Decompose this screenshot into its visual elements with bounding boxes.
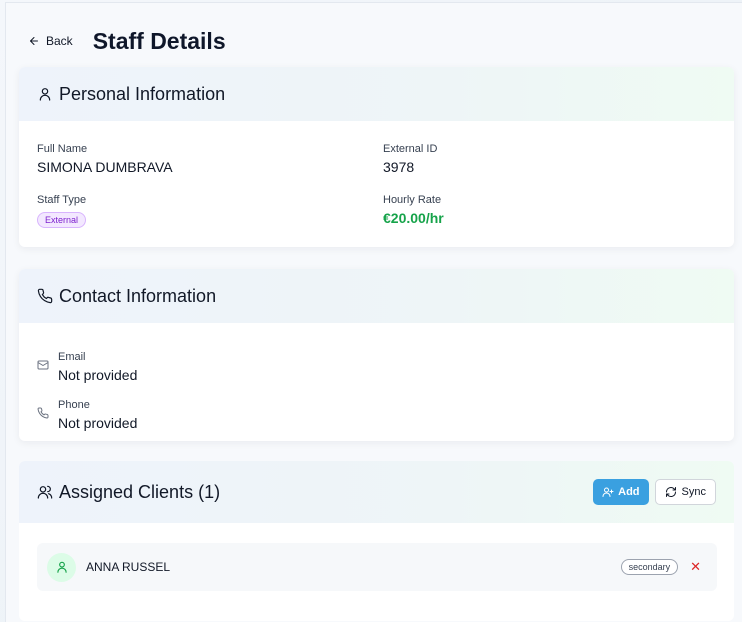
page-header: Back Staff Details xyxy=(28,25,226,57)
assigned-clients-card: Assigned Clients (1) Add Sync ANNA RUSSE… xyxy=(19,461,734,621)
sync-button-label: Sync xyxy=(681,486,706,498)
email-value: Not provided xyxy=(58,367,138,383)
hourly-rate-value: €20.00/hr xyxy=(383,210,444,226)
assigned-clients-actions: Add Sync xyxy=(593,479,716,505)
personal-info-grid: Full Name SIMONA DUMBRAVA External ID 39… xyxy=(19,121,734,247)
staff-type-label: Staff Type xyxy=(37,194,87,206)
staff-details-page: Back Staff Details Personal Information … xyxy=(5,2,742,622)
remove-client-button[interactable]: ✕ xyxy=(690,559,701,575)
assigned-clients-title: Assigned Clients (1) xyxy=(59,481,221,502)
user-icon xyxy=(37,86,53,102)
client-row-actions: secondary ✕ xyxy=(620,559,707,575)
personal-information-title: Personal Information xyxy=(59,83,226,104)
client-list-item[interactable]: ANNA RUSSEL secondary ✕ xyxy=(37,543,717,591)
sync-button[interactable]: Sync xyxy=(654,479,716,505)
full-name-value: SIMONA DUMBRAVA xyxy=(37,159,173,175)
contact-information-header: Contact Information xyxy=(19,269,734,323)
phone-icon xyxy=(37,288,53,304)
mail-icon xyxy=(37,359,49,371)
arrow-left-icon xyxy=(28,35,40,47)
email-label: Email xyxy=(58,351,86,363)
email-row: Email Not provided xyxy=(37,351,137,383)
external-id-field: External ID 3978 xyxy=(383,143,437,175)
phone-value: Not provided xyxy=(58,415,138,431)
contact-information-title: Contact Information xyxy=(59,285,217,306)
personal-information-card: Personal Information Full Name SIMONA DU… xyxy=(19,67,734,247)
full-name-label: Full Name xyxy=(37,143,88,155)
users-icon xyxy=(37,484,53,500)
client-name: ANNA RUSSEL xyxy=(86,560,171,574)
hourly-rate-label: Hourly Rate xyxy=(383,194,442,206)
hourly-rate-field: Hourly Rate €20.00/hr xyxy=(383,194,444,226)
user-plus-icon xyxy=(602,486,614,498)
staff-type-field: Staff Type External xyxy=(37,194,86,228)
staff-type-badge: External xyxy=(37,212,87,228)
user-icon xyxy=(55,560,69,574)
external-id-value: 3978 xyxy=(383,159,415,175)
refresh-icon xyxy=(665,486,677,498)
assigned-clients-heading: Assigned Clients (1) xyxy=(37,482,220,503)
add-button-label: Add xyxy=(618,486,640,498)
full-name-field: Full Name SIMONA DUMBRAVA xyxy=(37,143,173,175)
phone-row: Phone Not provided xyxy=(37,399,137,431)
add-client-button[interactable]: Add xyxy=(593,479,649,505)
back-button[interactable]: Back xyxy=(28,34,73,48)
personal-information-header: Personal Information xyxy=(19,67,734,121)
contact-information-card: Contact Information Email Not provided P… xyxy=(19,269,734,441)
external-id-label: External ID xyxy=(383,143,438,155)
client-role-badge: secondary xyxy=(620,559,679,575)
avatar xyxy=(47,552,76,582)
phone-icon xyxy=(37,407,49,419)
phone-label: Phone xyxy=(58,399,90,411)
back-label: Back xyxy=(46,34,73,48)
page-title: Staff Details xyxy=(92,27,226,54)
assigned-clients-header: Assigned Clients (1) Add Sync xyxy=(19,461,734,523)
